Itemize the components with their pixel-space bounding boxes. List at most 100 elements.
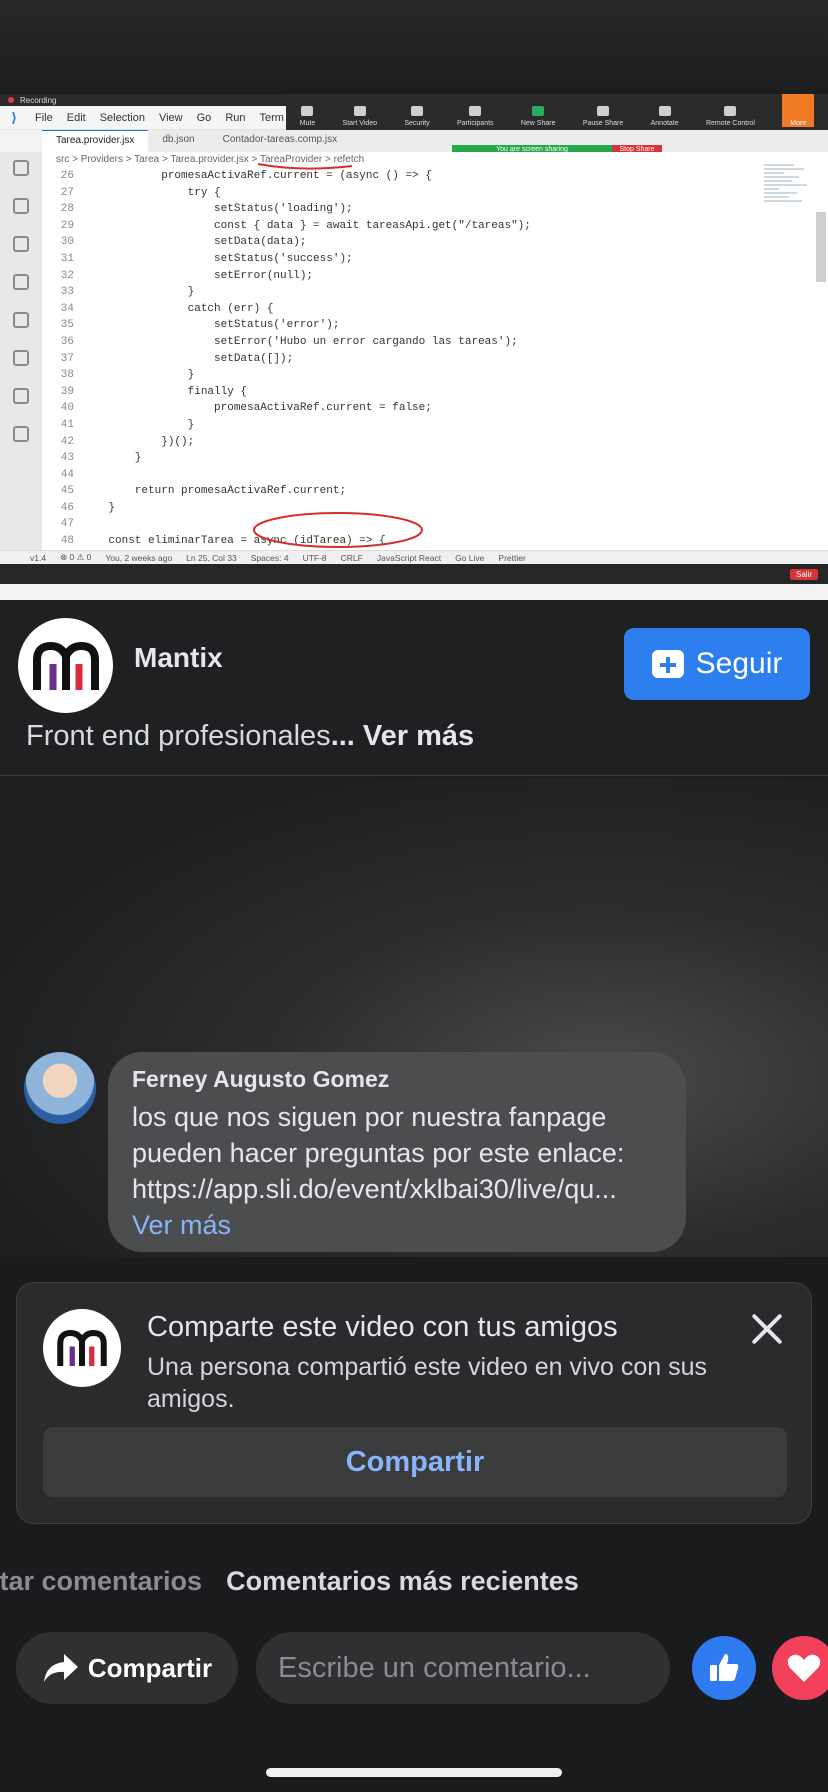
status-item: UTF-8 xyxy=(302,552,327,563)
code-text: catch (err) { xyxy=(82,302,274,315)
camera-icon xyxy=(353,106,366,116)
microphone-icon xyxy=(301,106,314,116)
share-screen-icon xyxy=(532,106,545,116)
line-number: 42 xyxy=(60,435,74,448)
line-number: 45 xyxy=(60,485,74,498)
comment-line-1: los que nos siguen por nuestra fanpage xyxy=(132,1102,607,1132)
code-line: 43 } xyxy=(42,450,828,467)
page-header: Mantix Seguir Front end profesionales...… xyxy=(0,600,828,776)
line-number: 34 xyxy=(60,302,74,315)
comment-input[interactable] xyxy=(256,1632,670,1704)
status-item: CRLF xyxy=(340,552,363,563)
live-video[interactable]: Recording ⟩ File Edit Selection View Go … xyxy=(0,0,828,600)
code-text: } xyxy=(82,418,195,431)
tab-contador-tareas: Contador-tareas.comp.jsx xyxy=(222,134,338,145)
line-number: 32 xyxy=(60,269,74,282)
line-number: 28 xyxy=(60,203,74,216)
tab-recent-comments[interactable]: Comentarios más recientes xyxy=(226,1566,579,1597)
line-number: 35 xyxy=(60,319,74,332)
add-page-icon xyxy=(651,650,684,678)
code-text: } xyxy=(82,286,195,299)
page-description: Front end profesionales... Ver más xyxy=(26,720,474,753)
share-panel-button[interactable]: Compartir xyxy=(43,1427,787,1497)
share-panel-title: Comparte este video con tus amigos xyxy=(147,1311,618,1343)
code-line: 41 } xyxy=(42,417,828,434)
comment-sort-tabs: ltar comentarios Comentarios más recient… xyxy=(0,1566,828,1597)
mantix-logo-icon xyxy=(32,641,99,690)
share-prompt-panel: Comparte este video con tus amigos Una p… xyxy=(16,1282,812,1524)
code-line: 40 promesaActivaRef.current = false; xyxy=(42,400,828,417)
code-line: 29 const { data } = await tareasApi.get(… xyxy=(42,218,828,235)
code-text: try { xyxy=(82,186,221,199)
see-more-link[interactable]: ... Ver más xyxy=(331,720,475,752)
code-lines: 26 promesaActivaRef.current = (async () … xyxy=(42,168,828,550)
status-item: v1.4 xyxy=(30,552,47,563)
comment-author[interactable]: Ferney Augusto Gomez xyxy=(132,1066,662,1093)
code-text: })(); xyxy=(82,435,195,448)
commenter-avatar[interactable] xyxy=(24,1052,96,1124)
like-button[interactable] xyxy=(692,1636,756,1700)
status-item: Go Live xyxy=(455,552,485,563)
vscode-logo-icon: ⟩ xyxy=(11,109,17,125)
thumbs-up-icon xyxy=(710,1654,739,1681)
comment-see-more[interactable]: Ver más xyxy=(132,1207,662,1243)
bookmark-icon xyxy=(13,350,29,366)
line-number: 47 xyxy=(60,518,74,531)
editor-body: src > Providers > Tarea > Tarea.provider… xyxy=(0,152,828,550)
record-dot-icon xyxy=(8,97,14,103)
source-control-icon xyxy=(13,236,29,252)
share-panel-subtitle: Una persona compartió este video en vivo… xyxy=(147,1353,708,1413)
code-line: 44 xyxy=(42,467,828,484)
follow-label: Seguir xyxy=(695,647,783,680)
share-arrow-icon xyxy=(43,1654,78,1682)
status-item: ⊗ 0 ⚠ 0 xyxy=(60,552,92,562)
activity-bar xyxy=(0,152,42,550)
page-name[interactable]: Mantix xyxy=(134,642,223,674)
zoom-participants: Participants xyxy=(457,106,494,127)
code-text: } xyxy=(82,501,116,514)
line-number: 40 xyxy=(60,402,74,415)
tab-tarea-provider: Tarea.provider.jsx xyxy=(42,130,149,152)
share-page-avatar xyxy=(43,1309,121,1387)
comment-line-3[interactable]: https://app.sli.do/event/xklbai30/live/q… xyxy=(132,1171,662,1207)
code-text: setError('Hubo un error cargando las tar… xyxy=(82,335,518,348)
code-text: setStatus('error'); xyxy=(82,319,340,332)
extensions-icon xyxy=(13,312,29,328)
zoom-new-share: New Share xyxy=(521,106,556,127)
comment-line-2: pueden hacer preguntas por este enlace: xyxy=(132,1138,625,1168)
code-line: 45 return promesaActivaRef.current; xyxy=(42,483,828,500)
code-text: setError(null); xyxy=(82,269,314,282)
code-line: 28 setStatus('loading'); xyxy=(42,201,828,218)
share-button-label: Compartir xyxy=(87,1652,213,1683)
line-number: 27 xyxy=(60,186,74,199)
zoom-remote-control: Remote Control xyxy=(706,106,755,127)
line-number: 41 xyxy=(60,418,74,431)
code-line: 42 })(); xyxy=(42,434,828,451)
tab-db-json: db.json xyxy=(162,134,195,145)
recording-label: Recording xyxy=(20,95,57,105)
zoom-start-video: Start Video xyxy=(343,106,377,127)
code-line: 37 setData([]); xyxy=(42,351,828,368)
share-button[interactable]: Compartir xyxy=(16,1632,238,1704)
tab-hide-comments[interactable]: ltar comentarios xyxy=(0,1566,202,1597)
comment-bubble: Ferney Augusto Gomez los que nos siguen … xyxy=(108,1052,686,1252)
page-avatar[interactable] xyxy=(18,618,113,713)
code-text: finally { xyxy=(82,385,248,398)
home-indicator xyxy=(266,1768,562,1777)
search-icon xyxy=(13,198,29,214)
follow-button[interactable]: Seguir xyxy=(624,628,810,700)
pause-icon xyxy=(597,106,610,116)
close-icon[interactable] xyxy=(749,1311,785,1347)
zoom-more: More xyxy=(782,94,815,127)
status-item: You, 2 weeks ago xyxy=(105,552,173,563)
menu-run: Run xyxy=(225,111,246,124)
status-item: Ln 25, Col 33 xyxy=(186,552,237,563)
code-line: 35 setStatus('error'); xyxy=(42,317,828,334)
leave-meeting-button: Salir xyxy=(789,569,818,580)
love-button[interactable] xyxy=(772,1636,828,1700)
run-debug-icon xyxy=(13,274,29,290)
line-number: 48 xyxy=(60,535,74,548)
line-number: 29 xyxy=(60,219,74,232)
code-line: 39 finally { xyxy=(42,384,828,401)
mouse-icon xyxy=(724,106,737,116)
